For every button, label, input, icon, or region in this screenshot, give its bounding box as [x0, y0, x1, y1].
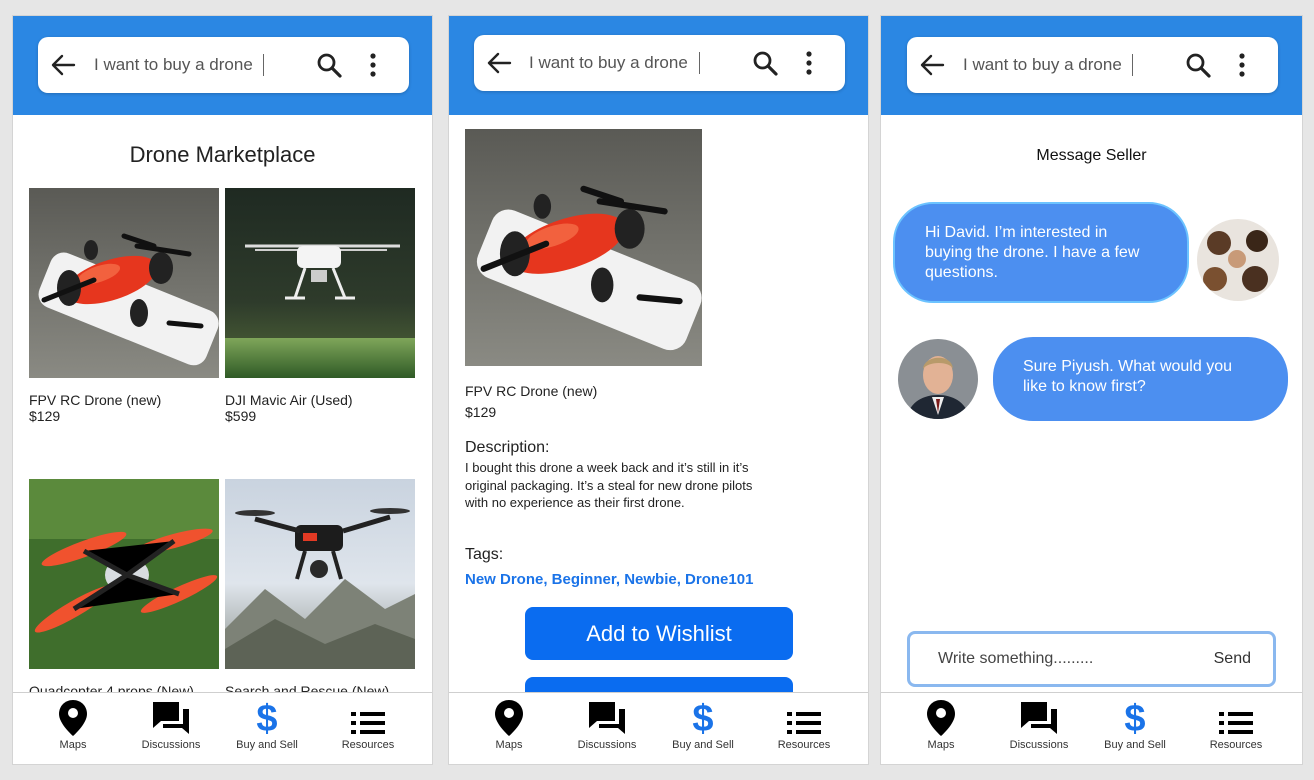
chat-bubbles-icon: [587, 699, 627, 737]
listing-card[interactable]: DJI Mavic Air (Used) $599: [225, 188, 415, 424]
nav-label: Maps: [495, 739, 523, 751]
page-title: Drone Marketplace: [129, 142, 316, 167]
map-pin-icon: [58, 699, 88, 737]
listing-card[interactable]: FPV RC Drone (new) $129: [29, 188, 219, 424]
search-bar[interactable]: I want to buy a drone: [907, 37, 1278, 93]
dollar-icon: [256, 699, 278, 737]
nav-discussions[interactable]: Discussions: [559, 699, 655, 761]
listing-photo[interactable]: [225, 188, 415, 378]
back-arrow-icon[interactable]: [486, 51, 512, 75]
map-pin-icon: [494, 699, 524, 737]
map-pin-icon: [926, 699, 956, 737]
back-arrow-icon[interactable]: [919, 53, 945, 77]
description-text: I bought this drone a week back and it’s…: [465, 460, 753, 510]
listing-card[interactable]: Search and Rescue (New): [225, 479, 415, 699]
app-header: I want to buy a drone: [449, 16, 868, 115]
nav-label: Resources: [341, 739, 395, 751]
buyer-avatar: [1197, 219, 1279, 301]
marketplace-screen: I want to buy a drone Drone Marketplace …: [12, 15, 433, 765]
search-bar[interactable]: I want to buy a drone: [474, 35, 845, 91]
message-placeholder[interactable]: Write something.........: [938, 650, 1093, 668]
nav-label: Buy and Sell: [1104, 739, 1166, 751]
bottom-navigation: Maps Discussions Buy and Sell Resources: [13, 692, 432, 764]
send-button[interactable]: Send: [1214, 650, 1251, 668]
text-cursor: [263, 54, 264, 76]
listing-detail-screen: I want to buy a drone FPV RC Drone (new)…: [448, 15, 869, 765]
chat-message-sent: Hi David. I’m interested in buying the d…: [893, 202, 1189, 303]
listing-photo[interactable]: [29, 479, 219, 669]
chat-bubbles-icon: [151, 699, 191, 737]
seller-avatar: [898, 339, 978, 419]
search-input[interactable]: I want to buy a drone: [963, 55, 1122, 75]
nav-label: Discussions: [1009, 739, 1069, 751]
nav-resources[interactable]: Resources: [1188, 699, 1284, 761]
message-input[interactable]: Write something......... Send: [907, 631, 1276, 687]
more-options-icon[interactable]: [804, 50, 814, 76]
listing-name: FPV RC Drone (new): [465, 383, 598, 399]
app-header: I want to buy a drone: [881, 16, 1302, 115]
dollar-icon: [1124, 699, 1146, 737]
nav-maps[interactable]: Maps: [893, 699, 989, 761]
search-icon[interactable]: [752, 50, 778, 76]
back-arrow-icon[interactable]: [50, 53, 76, 77]
bottom-navigation: Maps Discussions Buy and Sell Resources: [449, 692, 868, 764]
message-seller-screen: I want to buy a drone Message Seller Hi …: [880, 15, 1303, 765]
app-header: I want to buy a drone: [13, 16, 432, 115]
nav-buy-and-sell[interactable]: Buy and Sell: [655, 699, 751, 761]
listing-photo: [465, 129, 702, 366]
text-cursor: [1132, 54, 1133, 76]
nav-label: Discussions: [141, 739, 201, 751]
nav-label: Maps: [59, 739, 87, 751]
bottom-navigation: Maps Discussions Buy and Sell Resources: [881, 692, 1302, 764]
nav-maps[interactable]: Maps: [461, 699, 557, 761]
chat-bubbles-icon: [1019, 699, 1059, 737]
nav-resources[interactable]: Resources: [756, 699, 852, 761]
listing-name: FPV RC Drone (new): [29, 392, 162, 408]
page-title: Message Seller: [1036, 147, 1147, 164]
list-icon: [786, 699, 822, 737]
listing-price: $129: [465, 404, 497, 420]
nav-label: Discussions: [577, 739, 637, 751]
list-icon: [1218, 699, 1254, 737]
more-options-icon[interactable]: [1237, 52, 1247, 78]
nav-label: Resources: [1209, 739, 1263, 751]
list-icon: [350, 699, 386, 737]
search-icon[interactable]: [316, 52, 342, 78]
search-icon[interactable]: [1185, 52, 1211, 78]
nav-label: Resources: [777, 739, 831, 751]
listing-photo[interactable]: [29, 188, 219, 378]
tags-links[interactable]: New Drone, Beginner, Newbie, Drone101: [465, 571, 753, 588]
nav-discussions[interactable]: Discussions: [123, 699, 219, 761]
search-input[interactable]: I want to buy a drone: [94, 55, 253, 75]
dollar-icon: [692, 699, 714, 737]
more-options-icon[interactable]: [368, 52, 378, 78]
add-to-wishlist-button[interactable]: Add to Wishlist: [525, 607, 793, 660]
nav-maps[interactable]: Maps: [25, 699, 121, 761]
listing-name: DJI Mavic Air (Used): [225, 392, 353, 408]
listing-price: $599: [225, 408, 257, 424]
tags-heading: Tags:: [465, 546, 504, 563]
listing-price: $129: [29, 408, 61, 424]
nav-discussions[interactable]: Discussions: [991, 699, 1087, 761]
text-cursor: [699, 52, 700, 74]
nav-label: Buy and Sell: [236, 739, 298, 751]
nav-buy-and-sell[interactable]: Buy and Sell: [219, 699, 315, 761]
search-input[interactable]: I want to buy a drone: [529, 53, 688, 73]
chat-message-received: Sure Piyush. What would you like to know…: [993, 337, 1288, 421]
description-heading: Description:: [465, 439, 550, 456]
nav-label: Maps: [927, 739, 955, 751]
search-bar[interactable]: I want to buy a drone: [38, 37, 409, 93]
listing-card[interactable]: Quadcopter 4 props (New): [29, 479, 219, 699]
nav-label: Buy and Sell: [672, 739, 734, 751]
listing-photo[interactable]: [225, 479, 415, 669]
nav-buy-and-sell[interactable]: Buy and Sell: [1087, 699, 1183, 761]
nav-resources[interactable]: Resources: [320, 699, 416, 761]
